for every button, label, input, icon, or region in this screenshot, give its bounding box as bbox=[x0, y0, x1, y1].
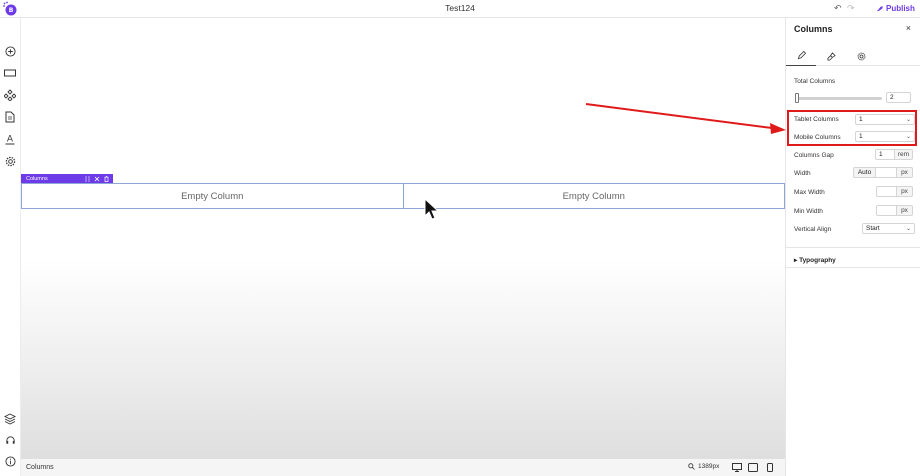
section-icon[interactable] bbox=[4, 67, 16, 79]
settings-icon[interactable] bbox=[4, 155, 16, 167]
columns-gap-unit[interactable]: rem bbox=[895, 149, 913, 160]
typography-icon[interactable]: A bbox=[4, 133, 16, 145]
tab-settings[interactable] bbox=[846, 46, 876, 66]
publish-button[interactable]: Publish bbox=[876, 2, 915, 15]
columns-block-label: Columns bbox=[26, 175, 48, 182]
editor-canvas[interactable]: Columns Empty Column Empty Column bbox=[21, 18, 785, 458]
support-icon[interactable] bbox=[4, 434, 16, 446]
desktop-view-icon[interactable] bbox=[732, 463, 742, 472]
tab-content[interactable] bbox=[786, 46, 816, 66]
width-mode[interactable]: Auto bbox=[853, 167, 876, 178]
drag-handle-icon[interactable] bbox=[85, 175, 90, 182]
total-columns-slider[interactable] bbox=[796, 97, 882, 100]
properties-panel: Columns × Total Columns 2 Tablet Columns… bbox=[785, 18, 920, 476]
delete-icon[interactable] bbox=[104, 175, 109, 182]
chevron-down-icon: ⌄ bbox=[905, 226, 911, 232]
total-columns-input[interactable]: 2 bbox=[886, 92, 911, 103]
brush-icon bbox=[826, 51, 836, 61]
empty-column[interactable]: Empty Column bbox=[22, 184, 403, 208]
width-input[interactable] bbox=[876, 167, 897, 178]
bottom-status-bar: Columns 1389px bbox=[21, 458, 785, 476]
typography-label: Typography bbox=[799, 257, 836, 264]
undo-icon[interactable]: ↶ bbox=[834, 3, 842, 14]
rocket-icon bbox=[877, 5, 883, 11]
min-width-label: Min Width bbox=[794, 208, 823, 215]
vertical-align-value: Start bbox=[866, 225, 880, 232]
vertical-align-select[interactable]: Start ⌄ bbox=[862, 223, 915, 234]
tablet-view-icon[interactable] bbox=[748, 463, 758, 472]
pages-icon[interactable] bbox=[4, 111, 16, 123]
divider bbox=[786, 267, 920, 268]
close-icon[interactable]: × bbox=[906, 23, 911, 33]
add-icon[interactable] bbox=[4, 45, 16, 57]
components-icon[interactable] bbox=[4, 89, 16, 101]
collapse-icon[interactable] bbox=[94, 176, 100, 182]
total-columns-slider-thumb[interactable] bbox=[795, 93, 799, 103]
pencil-icon bbox=[797, 51, 806, 60]
max-width-unit[interactable]: px bbox=[897, 186, 913, 197]
svg-text:A: A bbox=[7, 135, 14, 145]
columns-gap-label: Columns Gap bbox=[794, 152, 834, 159]
annotation-highlight-box bbox=[787, 110, 917, 146]
mouse-cursor-icon bbox=[424, 198, 440, 220]
top-bar: B Test124 ↶ ↷ Publish bbox=[0, 0, 920, 18]
columns-block[interactable]: Empty Column Empty Column bbox=[21, 183, 785, 209]
left-rail: A bbox=[0, 18, 21, 476]
min-width-input[interactable] bbox=[876, 205, 897, 216]
publish-label: Publish bbox=[886, 4, 915, 13]
viewport-width[interactable]: 1389px bbox=[688, 463, 719, 470]
width-label: Width bbox=[794, 170, 811, 177]
vertical-align-label: Vertical Align bbox=[794, 226, 832, 233]
panel-tabs bbox=[786, 46, 920, 66]
panel-title: Columns bbox=[794, 24, 833, 34]
tab-style[interactable] bbox=[816, 46, 846, 66]
mobile-view-icon[interactable] bbox=[765, 463, 775, 472]
columns-block-toolbar[interactable]: Columns bbox=[21, 174, 113, 183]
width-unit[interactable]: px bbox=[897, 167, 913, 178]
columns-gap-input[interactable]: 1 bbox=[875, 149, 895, 160]
gear-icon bbox=[857, 52, 865, 60]
max-width-label: Max Width bbox=[794, 189, 825, 196]
selected-element-label[interactable]: Columns bbox=[26, 464, 54, 471]
viewport-width-value: 1389px bbox=[698, 463, 720, 470]
typography-section-toggle[interactable]: ▸ Typography bbox=[794, 256, 836, 264]
zoom-icon bbox=[688, 463, 695, 470]
layers-icon[interactable] bbox=[4, 413, 16, 425]
divider bbox=[786, 247, 920, 248]
total-columns-label: Total Columns bbox=[794, 78, 836, 85]
min-width-unit[interactable]: px bbox=[897, 205, 913, 216]
info-icon[interactable] bbox=[4, 455, 16, 467]
document-title: Test124 bbox=[445, 3, 475, 13]
redo-icon[interactable]: ↷ bbox=[847, 3, 855, 14]
empty-column[interactable]: Empty Column bbox=[402, 184, 785, 208]
max-width-input[interactable] bbox=[876, 186, 897, 197]
